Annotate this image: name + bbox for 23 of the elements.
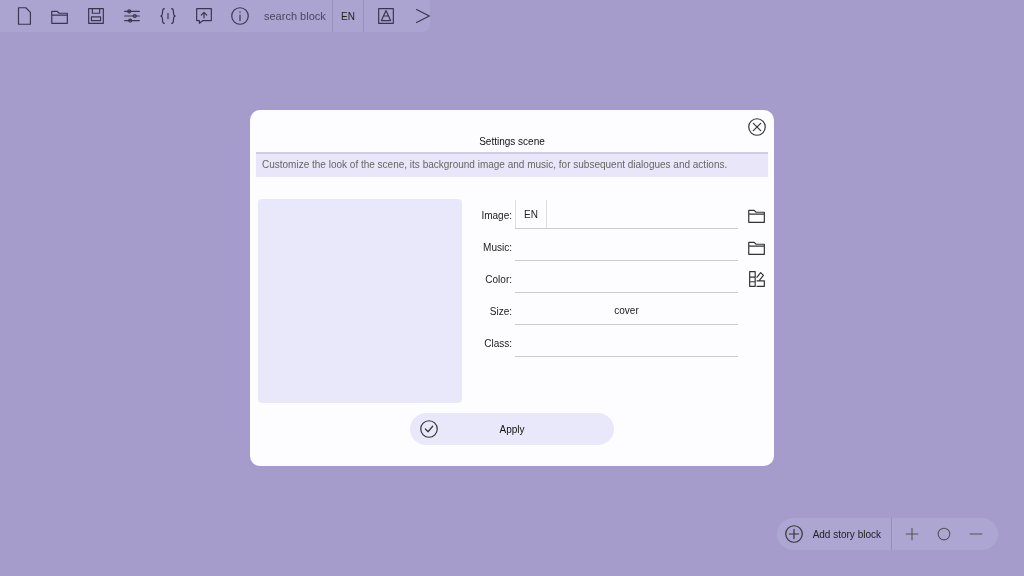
save-icon[interactable] [85, 5, 107, 27]
upload-icon[interactable] [193, 5, 215, 27]
close-icon[interactable] [746, 116, 768, 138]
field-value: cover [613, 304, 640, 316]
field-label: Color: [484, 273, 512, 285]
plus-circle-icon [782, 523, 805, 545]
search-field[interactable]: search block [264, 10, 330, 22]
braces-icon[interactable] [157, 5, 179, 27]
input-field[interactable]: cover [515, 296, 738, 325]
check-icon [418, 418, 440, 440]
field-label: Size: [488, 305, 512, 317]
field-label: Image: [480, 209, 512, 221]
field-label: Music: [482, 241, 512, 253]
add-story-block-button[interactable]: Add story block [782, 523, 887, 545]
info-icon[interactable] [229, 5, 251, 27]
description-banner: Customize the look of the scene, its background image and music, for subsequent dialogues and actions. [256, 152, 768, 177]
field-label: Class: [483, 337, 512, 349]
input-field[interactable]: EN [515, 200, 738, 229]
apply-button[interactable]: Apply [410, 413, 614, 445]
dialog-title: Settings scene [479, 136, 545, 147]
language-button[interactable]: EN [332, 0, 364, 32]
language-tag[interactable]: EN [515, 200, 547, 228]
palette-icon[interactable] [746, 268, 768, 290]
